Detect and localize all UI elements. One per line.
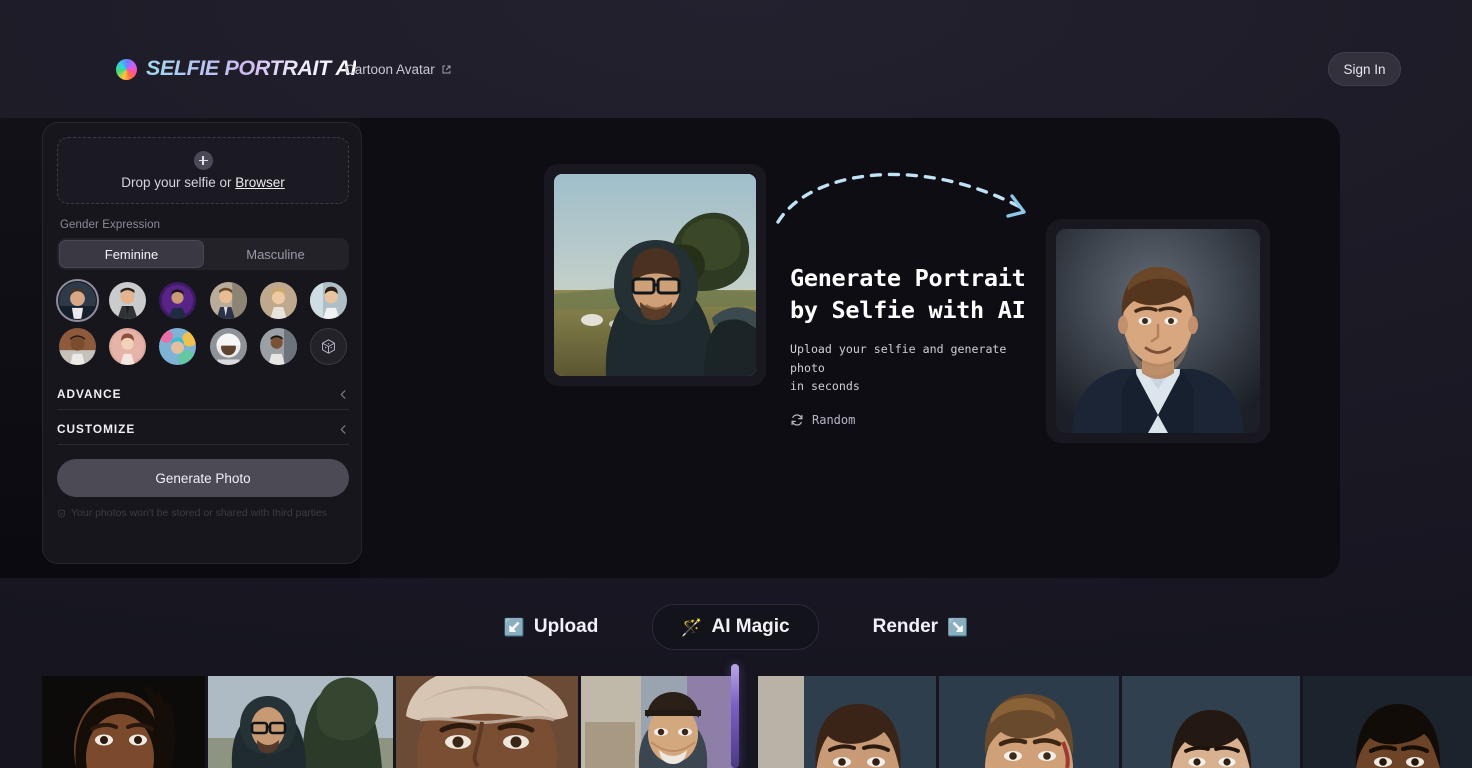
brand-logo[interactable]: SELFIE PORTRAIT AI	[116, 55, 356, 83]
avatar-street[interactable]	[259, 328, 297, 365]
avatar-astronaut[interactable]	[209, 328, 247, 365]
accordion-advance-title: ADVANCE	[57, 387, 122, 401]
generate-photo-button[interactable]: Generate Photo	[57, 459, 349, 497]
gender-expression-label: Gender Expression	[60, 219, 161, 231]
gallery-strip-source[interactable]	[42, 676, 735, 768]
arrow-down-right-icon: ↘️	[947, 617, 969, 637]
random-button[interactable]: Random	[790, 413, 1040, 427]
gallery-photo-cap-smile[interactable]	[581, 676, 735, 768]
mode-tabs: ↙️ Upload 🪄 AI Magic Render ↘️	[0, 604, 1472, 650]
brand-name-part1: SELFIE	[146, 56, 219, 81]
avatar-woman-office[interactable]	[309, 282, 347, 319]
dice-icon[interactable]	[309, 328, 347, 365]
avatar-speaker[interactable]	[209, 282, 247, 319]
source-photo-frame	[544, 164, 766, 386]
hero-subtitle: Upload your selfie and generate photo in…	[790, 342, 1007, 393]
curved-dashed-arrow-icon	[776, 172, 1026, 224]
upload-dropzone[interactable]: Drop your selfie or Browser	[57, 137, 349, 204]
avatar-business-man-2[interactable]	[109, 282, 147, 319]
tab-render[interactable]: Render ↘️	[857, 605, 985, 649]
gallery-portrait-man-2[interactable]	[1303, 676, 1472, 768]
accordion-customize-title: CUSTOMIZE	[57, 422, 136, 436]
magic-wand-icon: 🪄	[681, 617, 703, 637]
nav-link-cartoon-avatar[interactable]: Cartoon Avatar	[345, 62, 452, 77]
gallery-photo-turban[interactable]	[396, 676, 578, 768]
nav-link-label: Cartoon Avatar	[345, 62, 435, 77]
avatar-purple-suit[interactable]	[159, 282, 197, 319]
avatar-woman-beige[interactable]	[259, 282, 297, 319]
chevron-left-icon	[340, 424, 346, 434]
page-title: Generate Portrait by Selfie with AI	[790, 264, 1026, 324]
brand-name-part2: PORTRAIT AI	[224, 56, 357, 81]
tab-ai-magic[interactable]: 🪄 AI Magic	[652, 604, 819, 650]
accordion-advance[interactable]: ADVANCE	[57, 379, 349, 410]
refresh-icon	[791, 413, 803, 426]
avatar-business-man-1[interactable]	[55, 278, 100, 323]
gallery-portrait-man-1[interactable]	[939, 676, 1119, 768]
result-photo-frame	[1046, 219, 1270, 443]
gallery-portrait-woman-1[interactable]	[758, 676, 936, 768]
gallery-portrait-woman-2[interactable]	[1122, 676, 1300, 768]
gender-option-masculine[interactable]: Masculine	[204, 240, 347, 268]
generate-photo-label: Generate Photo	[155, 470, 251, 486]
gradient-orb-icon	[116, 58, 137, 80]
tab-ai-magic-label: AI Magic	[711, 616, 790, 637]
gender-expression-toggle: Feminine Masculine	[57, 238, 349, 270]
hero-text-block: Generate Portrait by Selfie with AI Uplo…	[790, 262, 1040, 427]
random-label: Random	[812, 412, 856, 427]
avatar-festival[interactable]	[159, 328, 197, 365]
gallery-photo-dreadlocks[interactable]	[42, 676, 205, 768]
control-panel: Drop your selfie or Browser Gender Expre…	[42, 122, 362, 564]
browse-link[interactable]: Browser	[235, 175, 285, 190]
style-avatar-grid	[55, 278, 349, 365]
sign-in-button[interactable]: Sign In	[1328, 52, 1401, 86]
gender-option-feminine-label: Feminine	[104, 246, 159, 262]
app-root: SELFIE PORTRAIT AI Cartoon Avatar Sign I…	[0, 0, 1472, 768]
privacy-text: Your photos won't be stored or shared wi…	[71, 507, 328, 519]
arrow-down-left-icon: ↙️	[503, 617, 525, 637]
plus-icon	[193, 151, 213, 170]
shield-check-icon	[58, 508, 65, 518]
external-link-icon	[442, 65, 451, 74]
gallery-scroll-handle[interactable]	[731, 664, 739, 768]
tab-upload-label: Upload	[533, 616, 599, 637]
app-header: SELFIE PORTRAIT AI Cartoon Avatar Sign I…	[0, 0, 1472, 115]
chevron-left-icon	[340, 389, 346, 399]
privacy-note: Your photos won't be stored or shared wi…	[57, 507, 349, 519]
dropzone-prefix: Drop your selfie or	[121, 175, 236, 190]
avatar-athlete[interactable]	[59, 328, 97, 365]
sign-in-label: Sign In	[1343, 61, 1386, 77]
tab-render-label: Render	[872, 616, 939, 637]
selfie-photo-man-hoodie-outdoors[interactable]	[554, 174, 756, 376]
gallery-photo-hoodie-selfie[interactable]	[208, 676, 393, 768]
generated-portrait-man-suit[interactable]	[1056, 229, 1260, 433]
tab-upload[interactable]: ↙️ Upload	[488, 605, 615, 649]
gender-option-masculine-label: Masculine	[246, 246, 305, 262]
avatar-woman-pink[interactable]	[109, 328, 147, 365]
dropzone-text: Drop your selfie or Browser	[121, 175, 285, 190]
gallery-strip-results[interactable]	[758, 676, 1472, 768]
gender-option-feminine[interactable]: Feminine	[59, 240, 204, 268]
accordion-customize[interactable]: CUSTOMIZE	[57, 414, 349, 445]
brand-name: SELFIE PORTRAIT AI	[146, 58, 356, 80]
